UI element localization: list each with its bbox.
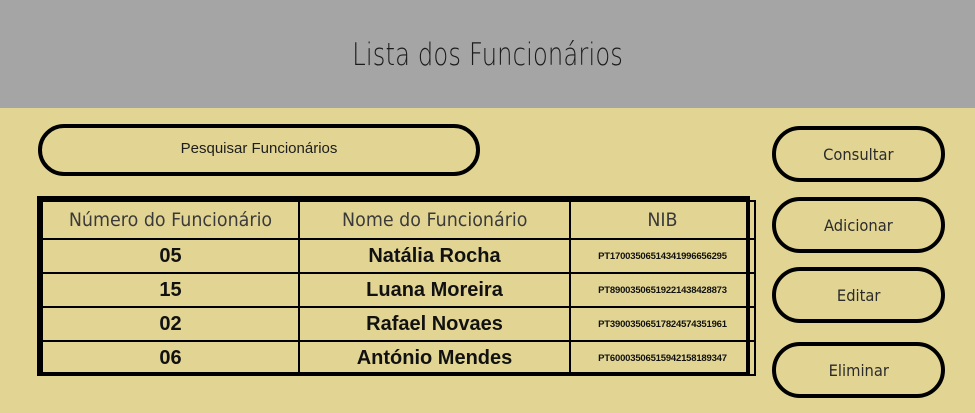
table-row[interactable]: 15 Luana Moreira PT890035065192214384288… xyxy=(41,272,756,308)
search-employees-label: Pesquisar Funcionários xyxy=(180,139,338,157)
eliminar-button[interactable]: Eliminar xyxy=(772,342,945,398)
column-header-nome: Nome do Funcionário xyxy=(298,200,571,240)
consultar-button[interactable]: Consultar xyxy=(772,126,945,182)
cell-nib: PT39003506517824574351961 xyxy=(569,306,756,342)
cell-nib: PT17003506514341996656295 xyxy=(569,238,756,274)
editar-button[interactable]: Editar xyxy=(772,267,945,323)
search-employees-button[interactable]: Pesquisar Funcionários xyxy=(38,124,480,176)
cell-nome: Natália Rocha xyxy=(298,238,571,274)
cell-numero: 02 xyxy=(41,306,300,342)
page-title: Lista dos Funcionários xyxy=(352,37,623,73)
table-header-row: Número do Funcionário Nome do Funcionári… xyxy=(41,200,756,240)
cell-nome: Luana Moreira xyxy=(298,272,571,308)
cell-nib: PT89003506519221438428873 xyxy=(569,272,756,308)
table-row[interactable]: 02 Rafael Novaes PT390035065178245743519… xyxy=(41,306,756,342)
cell-nib: PT60003506515942158189347 xyxy=(569,340,756,376)
adicionar-button[interactable]: Adicionar xyxy=(772,197,945,253)
cell-numero: 05 xyxy=(41,238,300,274)
table-row[interactable]: 05 Natália Rocha PT170035065143419966562… xyxy=(41,238,756,274)
cell-numero: 15 xyxy=(41,272,300,308)
cell-nome: Rafael Novaes xyxy=(298,306,571,342)
column-header-numero: Número do Funcionário xyxy=(41,200,300,240)
column-header-nib: NIB xyxy=(569,200,756,240)
cell-nome: António Mendes xyxy=(298,340,571,376)
page-header: Lista dos Funcionários xyxy=(0,0,975,108)
cell-numero: 06 xyxy=(41,340,300,376)
table-row[interactable]: 06 António Mendes PT60003506515942158189… xyxy=(41,340,756,376)
employees-table: Número do Funcionário Nome do Funcionári… xyxy=(37,196,756,376)
